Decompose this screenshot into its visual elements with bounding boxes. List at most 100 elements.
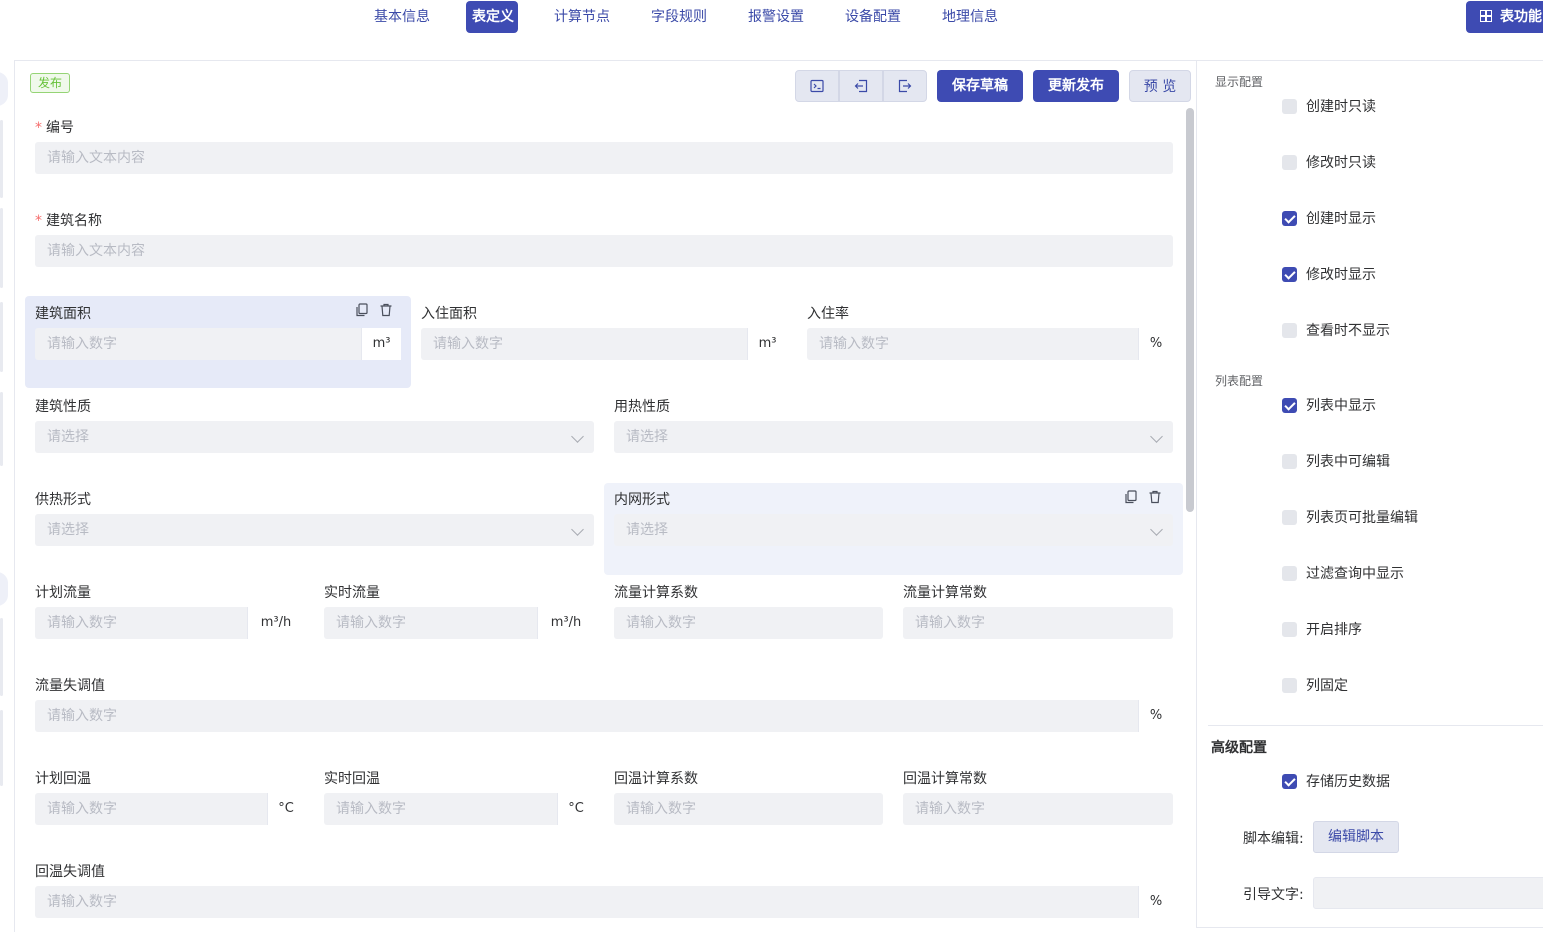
planned-flow-input[interactable]: 请输入数字 m³/h: [35, 607, 304, 639]
placeholder: 请输入文本内容: [47, 150, 145, 166]
checkbox-filter-show[interactable]: 过滤查询中显示: [1282, 564, 1404, 582]
sidebar-fragment: [0, 572, 8, 606]
placeholder: 请输入数字: [47, 615, 117, 631]
checkbox-create-readonly[interactable]: 创建时只读: [1282, 97, 1376, 115]
sidebar-fragment: [0, 302, 3, 372]
checkbox[interactable]: [1282, 621, 1297, 637]
heating-form-select[interactable]: 请选择: [35, 514, 594, 546]
trash-icon[interactable]: [379, 303, 393, 317]
intranet-form-select[interactable]: 请选择: [614, 514, 1173, 546]
tab-table-definition[interactable]: 表定义: [466, 1, 518, 33]
checkbox-checked[interactable]: [1282, 266, 1297, 282]
flow-coef-input[interactable]: 请输入数字: [614, 607, 883, 639]
checkbox[interactable]: [1282, 565, 1297, 581]
field-label-occupancy-rate: 入住率: [807, 306, 849, 322]
checkbox-label: 列表中可编辑: [1306, 454, 1390, 470]
flow-const-input[interactable]: 请输入数字: [903, 607, 1173, 639]
unit-label: %: [1138, 886, 1173, 918]
field-label-flow-const: 流量计算常数: [903, 585, 987, 601]
trash-icon[interactable]: [1148, 490, 1162, 504]
edit-script-button[interactable]: 编辑脚本: [1313, 821, 1399, 853]
unit-label: %: [1138, 700, 1173, 732]
checkbox-column-fixed[interactable]: 列固定: [1282, 676, 1348, 694]
occupancy-rate-input[interactable]: 请输入数字%: [807, 328, 1173, 360]
checkbox[interactable]: [1282, 677, 1297, 693]
unit-label: °C: [267, 793, 304, 825]
tab-device-config[interactable]: 设备配置: [839, 1, 907, 33]
checkbox-edit-readonly[interactable]: 修改时只读: [1282, 153, 1376, 171]
field-label-realtime-flow: 实时流量: [324, 585, 380, 601]
tab-geo-info[interactable]: 地理信息: [936, 1, 1004, 33]
unit-label: m³: [361, 328, 401, 360]
return-temp-const-input[interactable]: 请输入数字: [903, 793, 1173, 825]
export-button[interactable]: [883, 70, 927, 102]
copy-icon[interactable]: [1124, 490, 1138, 504]
update-publish-button[interactable]: 更新发布: [1033, 70, 1119, 102]
return-temp-imbalance-input[interactable]: 请输入数字%: [35, 886, 1173, 918]
placeholder: 请选择: [47, 429, 89, 445]
preview-button[interactable]: 预 览: [1129, 70, 1191, 102]
field-label-heat-nature: 用热性质: [614, 399, 670, 415]
checkbox-list-batch-edit[interactable]: 列表页可批量编辑: [1282, 508, 1418, 526]
placeholder: 请输入数字: [819, 336, 889, 352]
placeholder: 请输入数字: [47, 336, 117, 352]
checkbox-label: 列固定: [1306, 678, 1348, 694]
top-tab-bar: 基本信息 表定义 计算节点 字段规则 报警设置 设备配置 地理信息 表功能: [0, 0, 1543, 34]
save-draft-button[interactable]: 保存草稿: [937, 70, 1023, 102]
placeholder: 请选择: [47, 522, 89, 538]
code-input[interactable]: 请输入文本内容: [35, 142, 1173, 174]
planned-return-temp-input[interactable]: 请输入数字 °C: [35, 793, 304, 825]
building-name-input[interactable]: 请输入文本内容: [35, 235, 1173, 267]
checkbox[interactable]: [1282, 98, 1297, 114]
tab-field-rules[interactable]: 字段规则: [645, 1, 713, 33]
checkbox-enable-sort[interactable]: 开启排序: [1282, 620, 1362, 638]
heat-nature-select[interactable]: 请选择: [614, 421, 1173, 453]
checkbox-label: 列表中显示: [1306, 398, 1376, 414]
checkbox[interactable]: [1282, 509, 1297, 525]
checkbox-store-history[interactable]: 存储历史数据: [1282, 772, 1390, 790]
script-edit-label: 脚本编辑:: [1243, 831, 1304, 847]
field-label-flow-imbalance: 流量失调值: [35, 678, 105, 694]
checkbox-label: 查看时不显示: [1306, 323, 1390, 339]
code-view-button[interactable]: [795, 70, 839, 102]
occupied-area-input[interactable]: 请输入数字 m³: [421, 328, 787, 360]
table-functions-label: 表功能: [1500, 9, 1542, 25]
checkbox-create-show[interactable]: 创建时显示: [1282, 209, 1376, 227]
checkbox[interactable]: [1282, 453, 1297, 469]
realtime-flow-input[interactable]: 请输入数字 m³/h: [324, 607, 594, 639]
field-label-return-temp-const: 回温计算常数: [903, 771, 987, 787]
form-scrollbar[interactable]: [1186, 108, 1194, 512]
flow-imbalance-input[interactable]: 请输入数字%: [35, 700, 1173, 732]
building-nature-select[interactable]: 请选择: [35, 421, 594, 453]
checkbox-view-hide[interactable]: 查看时不显示: [1282, 321, 1390, 339]
field-label-building-name: * 建筑名称: [35, 210, 102, 230]
checkbox-checked[interactable]: [1282, 397, 1297, 413]
guide-text-input[interactable]: [1313, 877, 1543, 909]
placeholder: 请输入数字: [915, 615, 985, 631]
tab-compute-nodes[interactable]: 计算节点: [548, 1, 616, 33]
checkbox-checked[interactable]: [1282, 210, 1297, 226]
field-label-text: 建筑名称: [46, 213, 102, 229]
export-icon: [898, 79, 912, 93]
tab-basic-info[interactable]: 基本信息: [368, 1, 436, 33]
realtime-return-temp-input[interactable]: 请输入数字 °C: [324, 793, 594, 825]
checkbox-edit-show[interactable]: 修改时显示: [1282, 265, 1376, 283]
checkbox[interactable]: [1282, 322, 1297, 338]
sidebar-fragment: [0, 72, 8, 106]
checkbox-list-editable[interactable]: 列表中可编辑: [1282, 452, 1390, 470]
building-area-input[interactable]: 请输入数字 m³: [35, 328, 401, 360]
guide-text-label: 引导文字:: [1243, 887, 1304, 903]
checkbox[interactable]: [1282, 154, 1297, 170]
copy-icon[interactable]: [355, 303, 369, 317]
checkbox-list-show[interactable]: 列表中显示: [1282, 396, 1376, 414]
field-label-code: * 编号: [35, 117, 74, 137]
return-temp-coef-input[interactable]: 请输入数字: [614, 793, 883, 825]
checkbox-checked[interactable]: [1282, 773, 1297, 789]
unit-label: m³/h: [537, 607, 594, 639]
import-button[interactable]: [839, 70, 883, 102]
placeholder: 请输入数字: [626, 615, 696, 631]
tab-alarm-settings[interactable]: 报警设置: [742, 1, 810, 33]
placeholder: 请输入数字: [336, 615, 406, 631]
table-functions-button[interactable]: 表功能: [1466, 1, 1543, 33]
placeholder: 请输入数字: [915, 801, 985, 817]
